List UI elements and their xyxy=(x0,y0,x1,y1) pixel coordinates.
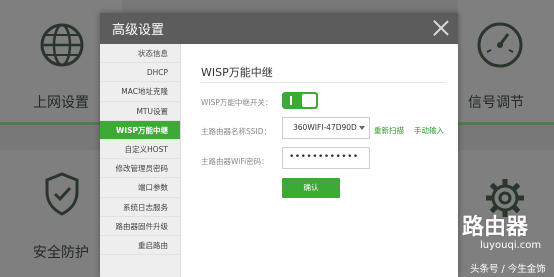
ssid-label: 主路由器名称SSID： xyxy=(201,127,272,136)
router-logo-icon xyxy=(408,216,452,252)
sidebar-item[interactable]: DHCP xyxy=(100,63,180,83)
close-icon[interactable] xyxy=(432,19,450,37)
sidebar-item[interactable]: 端口参数 xyxy=(100,178,180,198)
wisp-toggle[interactable] xyxy=(282,92,318,109)
sidebar-item[interactable]: MTU设置 xyxy=(100,102,180,121)
sidebar-item[interactable]: MAC地址克隆 xyxy=(100,82,180,102)
sidebar-item[interactable]: WISP万能中继 xyxy=(100,120,180,140)
sidebar-item[interactable]: 修改管理员密码 xyxy=(100,159,180,179)
rescan-link[interactable]: 重新扫描 xyxy=(374,125,404,136)
watermark-domain: luyouqi.com xyxy=(480,240,542,251)
signal-label: 信号调节 xyxy=(468,95,524,111)
ssid-select[interactable]: 360WIFI-47D90D xyxy=(282,117,370,139)
tile-strip xyxy=(458,122,554,125)
sidebar-item[interactable]: 状态信息 xyxy=(100,44,180,64)
shield-icon xyxy=(45,172,79,216)
sidebar-item[interactable]: 路由器固件升级 xyxy=(100,217,180,236)
toggle-on-indicator xyxy=(290,96,292,105)
globe-icon xyxy=(40,23,84,67)
confirm-button[interactable]: 确认 xyxy=(282,178,340,198)
dialog-header: 高级设置 xyxy=(100,13,458,44)
password-field[interactable]: •••••••••••• xyxy=(282,147,370,169)
sidebar-item[interactable]: 重启路由 xyxy=(100,236,180,256)
sidebar-item[interactable]: 自定义HOST xyxy=(100,140,180,160)
manual-input-link[interactable]: 手动输入 xyxy=(414,125,444,136)
sidebar-item[interactable]: 系统日志服务 xyxy=(100,198,180,217)
chevron-down-icon xyxy=(359,126,365,130)
switch-label: WISP万能中继开关： xyxy=(201,98,273,107)
divider xyxy=(201,82,446,83)
ssid-value: 360WIFI-47D90D xyxy=(293,123,357,132)
settings-sidebar: 状态信息 DHCP MAC地址克隆 MTU设置 WISP万能中继 自定义HOST 修改管理员… xyxy=(100,44,181,277)
toggle-knob xyxy=(302,94,316,107)
watermark-brand: 路由器 xyxy=(462,215,529,240)
dialog-title: 高级设置 xyxy=(112,23,165,38)
panel-title: WISP万能中继 xyxy=(201,66,273,79)
password-label: 主路由器WiFi密码： xyxy=(201,157,269,166)
signal-tile[interactable]: 信号调节 xyxy=(458,0,554,125)
watermark-credit: 头条号 / 今生金饰 xyxy=(470,264,546,275)
gauge-icon xyxy=(477,22,523,68)
